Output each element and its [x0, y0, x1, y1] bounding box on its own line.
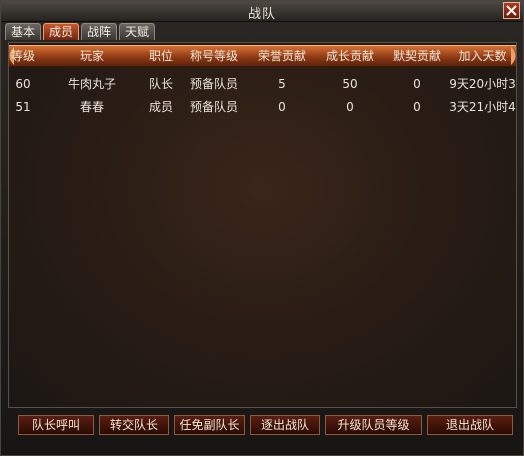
- tab-bar: 基本 成员 战阵 天赋: [5, 23, 156, 41]
- column-header-tacit[interactable]: 默契贡献: [385, 46, 449, 66]
- cell-tacit: 0: [413, 100, 421, 114]
- transfer-captain-button[interactable]: 转交队长: [99, 415, 169, 435]
- column-header-level[interactable]: 等级: [9, 46, 37, 66]
- cell-player: 牛肉丸子: [67, 77, 116, 91]
- column-header-player[interactable]: 玩家: [47, 46, 137, 66]
- cell-honor: 5: [278, 77, 286, 91]
- quit-team-button[interactable]: 退出战队: [427, 415, 513, 435]
- cell-player: 春春: [79, 100, 104, 114]
- cell-growth: 0: [346, 100, 354, 114]
- team-window: 战队 基本 成员 战阵 天赋 等级 玩家 职位 称号等级 荣誉贡献 成长贡献 默…: [0, 0, 524, 456]
- cell-honor: 0: [278, 100, 286, 114]
- column-header-growth[interactable]: 成长贡献: [315, 46, 385, 66]
- cell-join-days: 9天20小时3: [449, 77, 516, 91]
- column-header-honor[interactable]: 荣誉贡献: [249, 46, 315, 66]
- close-button[interactable]: [503, 2, 520, 19]
- cell-join-days: 3天21小时4: [449, 100, 516, 114]
- cell-level: 60: [15, 77, 31, 91]
- tab-basic[interactable]: 基本: [5, 23, 42, 40]
- captain-call-button[interactable]: 队长呼叫: [18, 415, 94, 435]
- window-title: 战队: [247, 7, 276, 22]
- cell-level: 51: [15, 100, 31, 114]
- expel-member-button[interactable]: 逐出战队: [250, 415, 320, 435]
- table-header: 等级 玩家 职位 称号等级 荣誉贡献 成长贡献 默契贡献 加入天数: [9, 45, 516, 67]
- cell-title-level: 预备队员: [189, 77, 238, 91]
- cell-growth: 50: [342, 77, 358, 91]
- cell-tacit: 0: [413, 77, 421, 91]
- column-header-title-level[interactable]: 称号等级: [181, 46, 247, 66]
- title-bar[interactable]: 战队: [1, 1, 523, 22]
- appoint-vice-captain-button[interactable]: 任免副队长: [174, 415, 245, 435]
- column-header-position[interactable]: 职位: [143, 46, 179, 66]
- table-row[interactable]: 51 春春 成员 预备队员 0 0 0 3天21小时4: [9, 96, 516, 118]
- action-button-bar: 队长呼叫 转交队长 任免副队长 逐出战队 升级队员等级 退出战队: [18, 415, 513, 435]
- table-row[interactable]: 60 牛肉丸子 队长 预备队员 5 50 0 9天20小时3: [9, 73, 516, 95]
- cell-title-level: 预备队员: [189, 100, 238, 114]
- close-icon: [506, 5, 517, 16]
- tab-formation[interactable]: 战阵: [81, 23, 118, 40]
- upgrade-member-level-button[interactable]: 升级队员等级: [325, 415, 422, 435]
- cell-position: 队长: [148, 77, 173, 91]
- tab-members[interactable]: 成员: [43, 23, 80, 40]
- tab-talent[interactable]: 天赋: [119, 23, 156, 40]
- cell-position: 成员: [148, 100, 173, 114]
- member-list-panel: 等级 玩家 职位 称号等级 荣誉贡献 成长贡献 默契贡献 加入天数 60 牛肉丸…: [8, 42, 517, 408]
- column-header-join-days[interactable]: 加入天数: [449, 46, 516, 66]
